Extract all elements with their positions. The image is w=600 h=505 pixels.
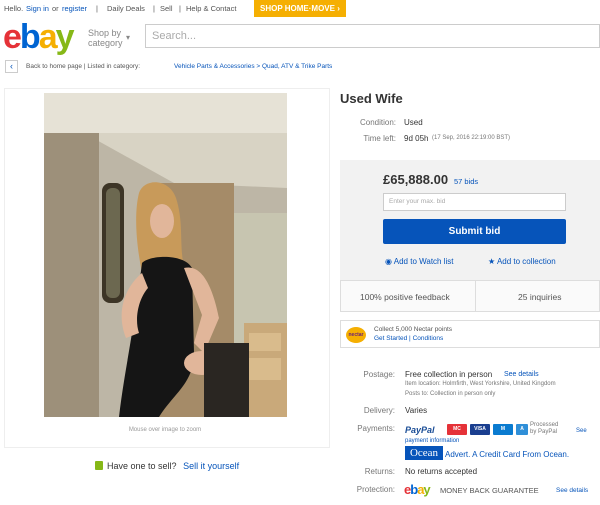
nectar-logo: nectar — [346, 327, 366, 343]
star-icon: ★ — [488, 257, 496, 266]
money-back-guarantee: MONEY BACK GUARANTEE — [440, 486, 539, 495]
eye-icon: ◉ — [385, 257, 392, 266]
hello-text: Hello. — [4, 4, 24, 13]
postage-value: Free collection in person — [405, 370, 493, 379]
see-payment-link[interactable]: See — [576, 428, 587, 434]
protection-label: Protection: — [356, 485, 395, 494]
returns-label: Returns: — [364, 467, 395, 476]
item-photo[interactable] — [44, 93, 287, 417]
breadcrumb: ‹ Back to home page | Listed in category… — [0, 57, 600, 77]
have-one-to-sell: Have one to sell? Sell it yourself — [95, 461, 239, 471]
back-to-home-link[interactable]: Back to home page — [26, 63, 82, 70]
add-to-watchlist-link[interactable]: ◉ Add to Watch list — [385, 257, 454, 266]
back-arrow-icon[interactable]: ‹ — [5, 60, 18, 73]
mastercard-icon: MC — [447, 424, 467, 435]
time-left-detail: (17 Sep, 2016 22:19:00 BST) — [432, 135, 511, 141]
submit-bid-button[interactable]: Submit bid — [383, 219, 566, 244]
shop-by-category-button[interactable]: Shop by category ▾ — [88, 28, 130, 48]
paypal-logo: PayPal — [405, 425, 435, 435]
sell-it-yourself-link[interactable]: Sell it yourself — [183, 461, 239, 471]
get-started-link[interactable]: Get Started — [374, 335, 407, 342]
bid-count-link[interactable]: 57 bids — [454, 177, 478, 186]
tag-icon — [95, 461, 103, 470]
shop-home-move-banner[interactable]: SHOP HOME·MOVE › — [254, 0, 346, 17]
ocean-logo[interactable]: Ocean — [405, 446, 443, 460]
visa-icon: VISA — [470, 424, 490, 435]
delivery-label: Delivery: — [363, 406, 395, 415]
current-price: £65,888.00 — [383, 172, 449, 187]
delivery-value: Varies — [405, 406, 428, 415]
zoom-hint: Mouse over image to zoom — [128, 427, 202, 433]
positive-feedback: 100% positive feedback — [360, 292, 450, 302]
amex-icon: A — [516, 424, 528, 435]
see-details-link[interactable]: See details — [504, 371, 539, 378]
top-bar: Hello. Sign in or register | Daily Deals… — [0, 0, 600, 17]
ocean-advert-link[interactable]: Advert. A Credit Card From Ocean. — [445, 450, 569, 459]
add-to-collection-link[interactable]: ★ Add to collection — [488, 257, 556, 266]
category-path-link[interactable]: Vehicle Parts & Accessories > Quad, ATV … — [174, 63, 332, 70]
time-left-label: Time left: — [363, 134, 396, 143]
time-left-value: 9d 05h — [404, 134, 429, 143]
guarantee-see-details-link[interactable]: See details — [556, 487, 588, 494]
payment-information-link[interactable]: payment information — [405, 438, 459, 444]
inquiries-count: 25 inquiries — [518, 292, 562, 302]
conditions-link[interactable]: Conditions — [413, 335, 444, 342]
signin-link[interactable]: Sign in — [26, 4, 49, 13]
condition-label: Condition: — [359, 118, 396, 127]
processed-by-paypal: Processed by PayPal — [530, 422, 559, 435]
nectar-promo: nectar Collect 5,000 Nectar points Get S… — [340, 320, 600, 348]
search-input[interactable]: Search... — [145, 24, 600, 48]
register-link[interactable]: register — [62, 4, 87, 13]
ebay-small-logo: ebay — [404, 482, 431, 497]
payments-label: Payments: — [357, 424, 395, 433]
or-text: or — [52, 4, 59, 13]
help-link[interactable]: Help & Contact — [186, 4, 236, 13]
max-bid-input[interactable]: Enter your max. bid — [383, 193, 566, 211]
daily-deals-link[interactable]: Daily Deals — [107, 4, 145, 13]
ebay-logo[interactable]: ebay — [3, 19, 75, 55]
chevron-down-icon: ▾ — [126, 33, 131, 42]
returns-value: No returns accepted — [405, 467, 478, 476]
maestro-icon: M — [493, 424, 513, 435]
nectar-points-text: Collect 5,000 Nectar points — [374, 326, 453, 333]
item-title: Used Wife — [340, 91, 403, 106]
sell-link[interactable]: Sell — [160, 4, 173, 13]
posts-to: Posts to: Collection in person only — [405, 391, 496, 397]
postage-label: Postage: — [363, 370, 395, 379]
item-location: Item location: Holmfirth, West Yorkshire… — [405, 381, 556, 387]
condition-value: Used — [404, 118, 423, 127]
